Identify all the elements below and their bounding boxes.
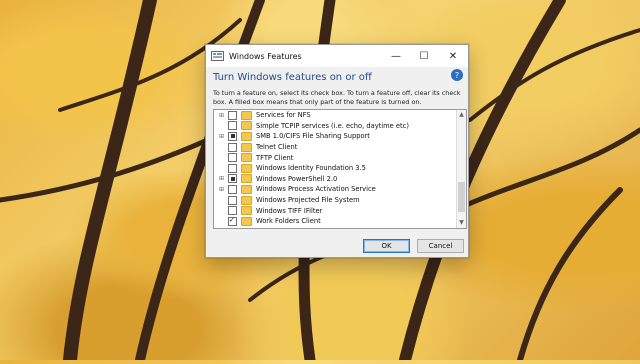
feature-label: Windows TIFF IFilter (256, 206, 323, 215)
ok-button[interactable]: OK (363, 239, 410, 253)
feature-label: TFTP Client (256, 153, 294, 162)
feature-checkbox[interactable] (228, 142, 237, 152)
scroll-up-icon[interactable]: ▲ (458, 111, 465, 119)
expand-icon (218, 144, 225, 151)
scroll-thumb[interactable] (458, 182, 465, 212)
feature-label: Windows Process Activation Service (256, 185, 376, 194)
expand-icon[interactable]: ⊞ (218, 133, 225, 140)
maximize-button[interactable]: ☐ (410, 45, 438, 67)
expand-icon (218, 218, 225, 225)
feature-checkbox[interactable] (228, 206, 237, 216)
feature-checkbox[interactable] (228, 174, 237, 184)
feature-label: Services for NFS (256, 111, 311, 120)
folder-icon (241, 142, 252, 152)
help-icon[interactable]: ? (451, 69, 463, 81)
feature-row[interactable]: ⊞ SMB 1.0/CIFS File Sharing Support (214, 131, 466, 142)
folder-icon (241, 195, 252, 205)
feature-checkbox[interactable] (228, 216, 237, 226)
expand-icon[interactable]: ⊞ (218, 112, 225, 119)
feature-row[interactable]: Windows TIFF IFilter (214, 205, 466, 216)
feature-checkbox[interactable] (228, 131, 237, 141)
feature-row[interactable]: Windows Projected File System (214, 195, 466, 206)
feature-checkbox[interactable] (228, 195, 237, 205)
minimize-button[interactable]: — (382, 45, 410, 67)
feature-label: Windows Projected File System (256, 196, 360, 205)
feature-row[interactable]: Telnet Client (214, 142, 466, 153)
feature-label: Telnet Client (256, 143, 298, 152)
dialog-description: To turn a feature on, select its check b… (213, 89, 461, 106)
feature-checkbox[interactable] (228, 163, 237, 173)
feature-row[interactable]: TFTP Client (214, 152, 466, 163)
folder-icon (241, 174, 252, 184)
feature-list[interactable]: ⊞ Services for NFS Simple TCPIP services… (213, 109, 467, 229)
feature-row[interactable]: Work Folders Client (214, 216, 466, 227)
folder-icon (241, 131, 252, 141)
folder-icon (241, 110, 252, 120)
windows-features-icon (211, 51, 224, 61)
title-bar[interactable]: Windows Features — ☐ ✕ (206, 45, 468, 67)
vertical-scrollbar[interactable]: ▲ ▼ (456, 110, 466, 228)
folder-icon (241, 153, 252, 163)
folder-icon (241, 184, 252, 194)
feature-checkbox[interactable] (228, 184, 237, 194)
feature-checkbox[interactable] (228, 110, 237, 120)
feature-checkbox[interactable] (228, 153, 237, 163)
feature-label: SMB 1.0/CIFS File Sharing Support (256, 132, 370, 141)
expand-icon[interactable]: ⊞ (218, 175, 225, 182)
windows-features-dialog: Windows Features — ☐ ✕ Turn Windows feat… (205, 44, 469, 258)
feature-row[interactable]: Windows Identity Foundation 3.5 (214, 163, 466, 174)
feature-row[interactable]: ⊞ Windows PowerShell 2.0 (214, 174, 466, 185)
expand-icon (218, 207, 225, 214)
feature-label: Work Folders Client (256, 217, 321, 226)
close-button[interactable]: ✕ (439, 45, 467, 67)
feature-row[interactable]: ⊞ Services for NFS (214, 110, 466, 121)
expand-icon[interactable]: ⊞ (218, 186, 225, 193)
folder-icon (241, 121, 252, 131)
feature-label: Windows Identity Foundation 3.5 (256, 164, 366, 173)
scroll-down-icon[interactable]: ▼ (458, 219, 465, 227)
dialog-heading: Turn Windows features on or off (213, 72, 372, 83)
window-title: Windows Features (229, 51, 302, 61)
expand-icon (218, 122, 225, 129)
feature-label: Windows PowerShell 2.0 (256, 174, 338, 183)
folder-icon (241, 206, 252, 216)
expand-icon (218, 165, 225, 172)
feature-label: Simple TCPIP services (i.e. echo, daytim… (256, 121, 409, 130)
feature-checkbox[interactable] (228, 121, 237, 131)
cancel-button[interactable]: Cancel (417, 239, 464, 253)
expand-icon (218, 197, 225, 204)
folder-icon (241, 216, 252, 226)
folder-icon (241, 163, 252, 173)
feature-row[interactable]: Simple TCPIP services (i.e. echo, daytim… (214, 121, 466, 132)
feature-row[interactable]: ⊞ Windows Process Activation Service (214, 184, 466, 195)
expand-icon (218, 154, 225, 161)
